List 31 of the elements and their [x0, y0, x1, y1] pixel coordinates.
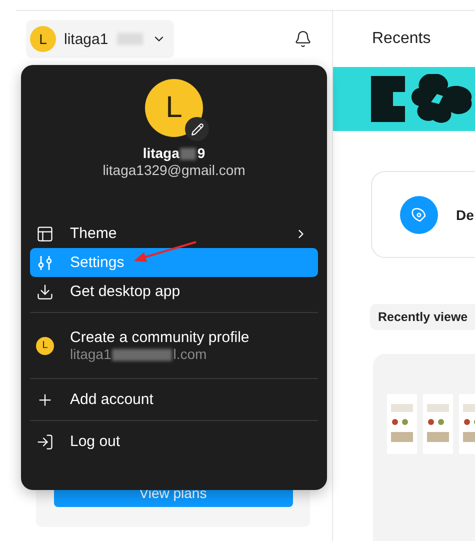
menu-item[interactable]: Add account: [30, 385, 318, 414]
card-label: De: [456, 206, 474, 223]
community-profile-item[interactable]: L Create a community profile litaga1 l.com: [30, 319, 318, 372]
menu-item-label: Create a community profile: [70, 329, 250, 346]
menu-item[interactable]: Log out: [30, 427, 318, 456]
edit-icon[interactable]: [185, 117, 209, 141]
profile-avatar: L: [145, 79, 203, 137]
account-name: litaga1: [64, 30, 108, 48]
profile-name-end: 9: [197, 145, 206, 161]
avatar: L: [30, 26, 56, 52]
pen-icon: [400, 196, 438, 234]
layout-icon: [36, 224, 54, 242]
notifications-icon[interactable]: [294, 30, 312, 48]
profile-name: litaga: [142, 145, 180, 161]
account-switcher[interactable]: L litaga1: [26, 20, 174, 58]
sliders-icon: [36, 254, 54, 272]
email-end: l.com: [173, 346, 207, 362]
section-title: Recents: [371, 29, 432, 49]
download-icon: [36, 282, 54, 300]
section-label: Recently viewe: [370, 304, 475, 330]
menu-item[interactable]: Theme: [30, 219, 318, 248]
logout-icon: [36, 432, 54, 450]
blurred-text: [112, 349, 172, 362]
pointer-arrow: [132, 240, 198, 264]
menu-item[interactable]: Get desktop app: [30, 277, 318, 306]
email-start: litaga1: [70, 346, 112, 362]
profile-email: litaga1329@gmail.com: [102, 162, 246, 178]
avatar: L: [36, 336, 54, 354]
blurred-text: [180, 148, 196, 160]
blurred-text: [117, 33, 144, 45]
design-card[interactable]: De: [371, 171, 475, 258]
